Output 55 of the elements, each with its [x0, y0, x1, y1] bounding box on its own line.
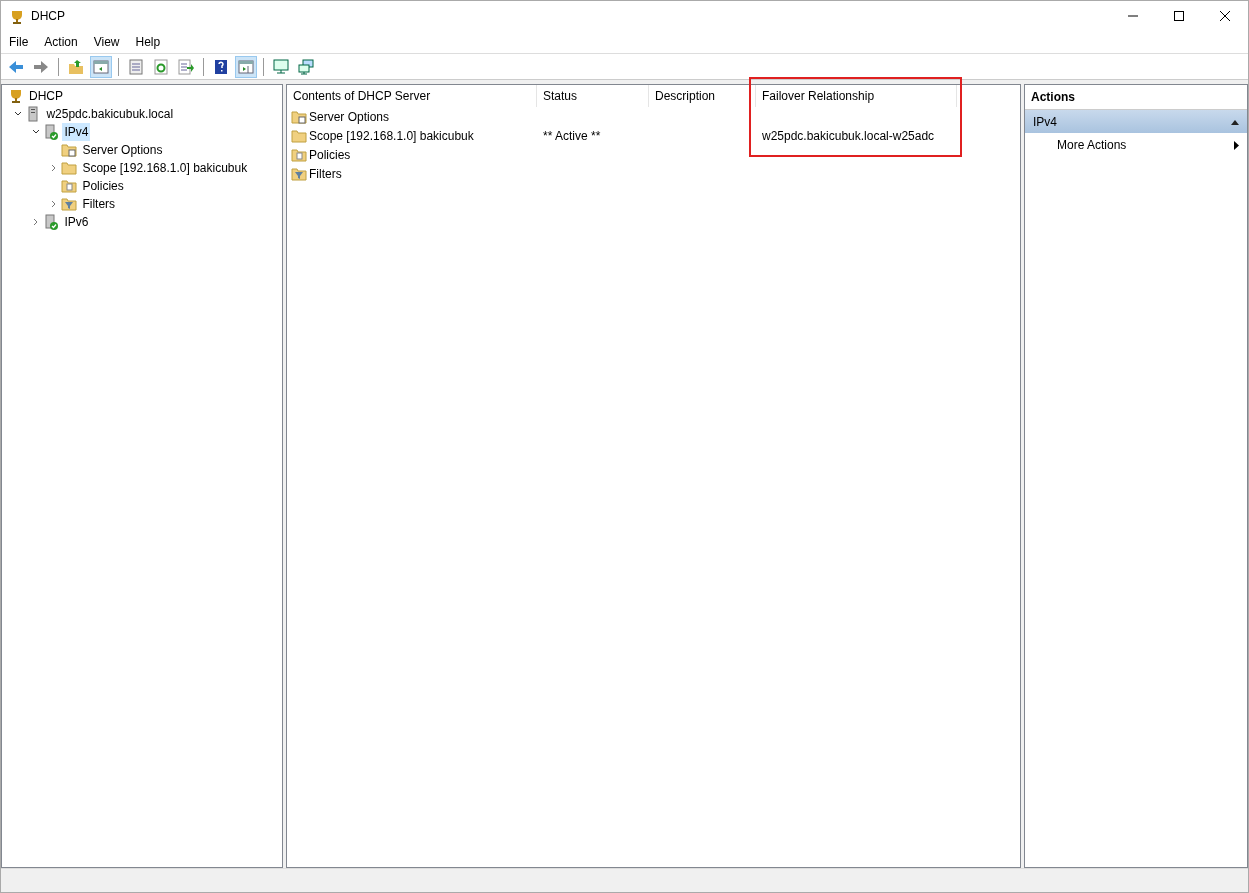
folder-icon [61, 160, 78, 176]
panel-icon [238, 58, 254, 75]
tree-item[interactable]: Policies [80, 177, 126, 195]
trophy-icon [9, 8, 25, 25]
menu-item[interactable]: View [85, 33, 128, 51]
tree-item[interactable]: Scope [192.168.1.0] bakicubuk [80, 159, 250, 177]
menu-item[interactable]: Action [36, 33, 86, 51]
folder-funnel-icon [291, 165, 307, 182]
tree-item[interactable]: DHCP [27, 87, 65, 105]
chevron-down-icon[interactable] [14, 110, 23, 118]
tree-item[interactable]: IPv4 [62, 123, 91, 141]
panel-icon [93, 58, 109, 75]
server-check-icon [43, 124, 60, 140]
folder-document-icon [291, 146, 307, 163]
folder-funnel-icon [61, 196, 78, 212]
close-icon [1220, 11, 1230, 21]
folder-options-icon [61, 142, 78, 158]
tree-item[interactable]: Filters [80, 195, 118, 213]
action-link[interactable]: More Actions [1025, 133, 1247, 157]
list-sheet-icon [128, 58, 144, 75]
window-title: DHCP [31, 8, 65, 25]
list-item[interactable]: Filters [309, 164, 342, 183]
tree-item[interactable]: IPv6 [62, 213, 91, 231]
section-header[interactable]: IPv4 [1025, 110, 1247, 133]
tree-item[interactable]: w25pdc.bakicubuk.local [44, 105, 176, 123]
list-item[interactable]: Scope [192.168.1.0] bakicubuk [309, 126, 474, 145]
trophy-icon [8, 88, 24, 104]
column-header[interactable]: Contents of DHCP Server [287, 85, 537, 107]
export-list-icon [178, 58, 194, 75]
column-header[interactable]: Description [649, 85, 756, 107]
help-icon [213, 58, 229, 75]
computers-icon [298, 58, 314, 75]
tree-item[interactable]: Server Options [80, 141, 165, 159]
column-header[interactable]: Status [537, 85, 649, 107]
list-item[interactable]: Policies [309, 145, 351, 164]
section-title: IPv4 [1033, 113, 1057, 131]
back-arrow-icon [8, 58, 24, 75]
list-item[interactable]: Server Options [309, 107, 390, 126]
table-cell-text: ** Active ** [543, 127, 601, 145]
menu-item[interactable]: Help [127, 33, 169, 51]
submenu-arrow-icon [1234, 140, 1239, 150]
monitor-icon [273, 58, 289, 75]
forward-arrow-icon [33, 58, 49, 75]
folder-document-icon [61, 178, 78, 194]
column-header[interactable]: Failover Relationship [756, 85, 957, 107]
refresh-icon [153, 58, 169, 75]
folder-options-icon [291, 108, 307, 125]
folder-up-icon [68, 58, 84, 75]
table-cell-text: w25pdc.bakicubuk.local-w25adc [762, 127, 935, 145]
maximize-icon [1174, 11, 1184, 21]
server-check-icon [43, 214, 60, 230]
chevron-down-icon[interactable] [32, 128, 41, 136]
collapse-icon[interactable] [1231, 118, 1239, 125]
menu-item[interactable]: File [1, 33, 37, 51]
folder-icon [291, 127, 307, 144]
